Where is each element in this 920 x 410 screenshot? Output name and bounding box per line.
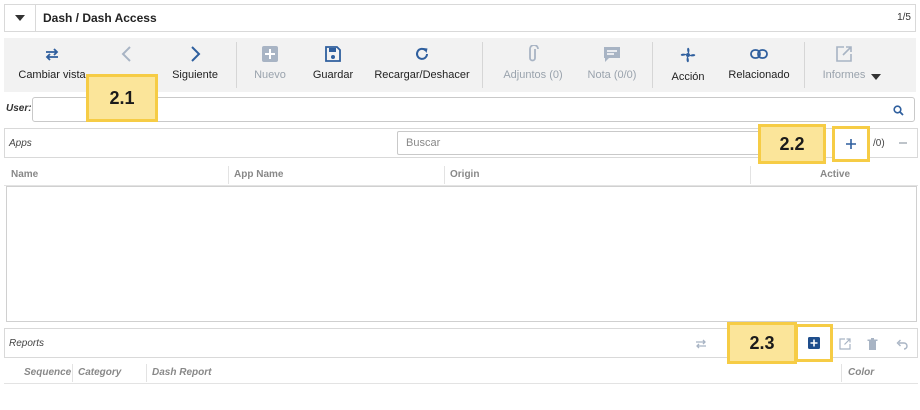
chevron-down-icon (871, 74, 881, 80)
reports-open-button[interactable] (837, 336, 853, 352)
link-icon (750, 49, 768, 59)
apps-record-count: /0) (873, 138, 885, 149)
save-icon (325, 46, 341, 62)
apps-grid-header: Name App Name Origin Active (4, 164, 918, 186)
column-header[interactable]: Name (11, 169, 38, 180)
toolbar-divider (482, 42, 483, 88)
column-header[interactable]: Sequence (24, 367, 71, 378)
action-icon (680, 47, 696, 63)
add-box-icon (808, 337, 820, 349)
toolbar-divider (652, 42, 653, 88)
note-icon (604, 47, 620, 62)
reports-label: Informes (822, 69, 866, 81)
search-icon[interactable] (893, 105, 904, 116)
column-divider (444, 166, 445, 184)
new-button[interactable]: Nuevo (248, 38, 292, 92)
toolbar-divider (236, 42, 237, 88)
open-icon (839, 338, 851, 350)
reports-button[interactable]: Informes (818, 38, 870, 92)
minus-icon (899, 142, 907, 144)
reload-button[interactable]: Recargar/Deshacer (374, 38, 470, 92)
reports-panel-title: Reports (9, 338, 45, 349)
undo-icon (896, 339, 908, 350)
user-field-label: User: (6, 103, 32, 114)
column-header[interactable]: App Name (234, 169, 283, 180)
column-divider (841, 364, 842, 382)
attachments-label: Adjuntos (0) (503, 69, 563, 81)
column-header[interactable]: Dash Report (152, 367, 211, 378)
marker-2-1: 2.1 (86, 74, 158, 122)
reports-grid-header: Sequence Category Dash Report Color (4, 362, 918, 384)
reports-delete-button[interactable] (864, 336, 880, 352)
save-button[interactable]: Guardar (308, 38, 358, 92)
save-label: Guardar (312, 69, 354, 81)
plus-icon (846, 139, 856, 149)
notes-button[interactable]: Nota (0/0) (582, 38, 642, 92)
trash-icon (867, 338, 877, 350)
reload-label: Recargar/Deshacer (374, 69, 470, 81)
window-header: Dash / Dash Access 1/5 (4, 4, 916, 32)
column-header[interactable]: Origin (450, 169, 479, 180)
user-input[interactable] (32, 97, 915, 122)
marker-2-2: 2.2 (758, 124, 826, 164)
column-divider (146, 364, 147, 382)
record-counter: 1/5 (897, 12, 911, 23)
new-icon (262, 46, 278, 62)
next-button[interactable]: Siguiente (164, 38, 226, 92)
report-icon (836, 46, 852, 62)
column-header[interactable]: Active (820, 169, 850, 180)
next-label: Siguiente (172, 69, 218, 81)
page-title: Dash / Dash Access (43, 11, 157, 25)
related-label: Relacionado (728, 69, 790, 81)
column-divider (750, 166, 751, 184)
add-app-button[interactable] (832, 126, 870, 162)
next-icon (191, 46, 201, 62)
toolbar-more-button[interactable] (870, 68, 882, 86)
column-header[interactable]: Color (848, 367, 874, 378)
related-button[interactable]: Relacionado (726, 38, 792, 92)
switch-view-icon (45, 48, 59, 61)
new-label: Nuevo (254, 69, 286, 81)
switch-view-icon (696, 339, 706, 349)
apps-search-placeholder: Buscar (406, 137, 441, 149)
marker-2-3: 2.3 (727, 322, 797, 364)
remove-app-button[interactable] (895, 135, 911, 151)
attachments-button[interactable]: Adjuntos (0) (498, 38, 568, 92)
collapse-button[interactable] (5, 5, 36, 31)
toolbar-divider (804, 42, 805, 88)
switch-view-button[interactable]: Cambiar vista (14, 38, 90, 92)
column-divider (228, 166, 229, 184)
back-icon (121, 46, 131, 62)
column-header[interactable]: Category (78, 367, 121, 378)
add-report-button[interactable] (795, 324, 833, 362)
switch-view-label: Cambiar vista (18, 69, 86, 81)
apps-search-input[interactable]: Buscar (397, 131, 767, 155)
action-label: Acción (671, 71, 705, 83)
reports-undo-button[interactable] (894, 336, 910, 352)
chevron-down-icon (15, 15, 25, 21)
column-divider (72, 364, 73, 382)
reports-switch-view-button[interactable] (693, 336, 709, 352)
action-button[interactable]: Acción (666, 38, 710, 92)
apps-grid-body (6, 186, 917, 322)
notes-label: Nota (0/0) (587, 69, 637, 81)
apps-panel-title: Apps (9, 138, 32, 149)
reload-icon (416, 47, 428, 60)
attachment-icon (529, 45, 539, 62)
